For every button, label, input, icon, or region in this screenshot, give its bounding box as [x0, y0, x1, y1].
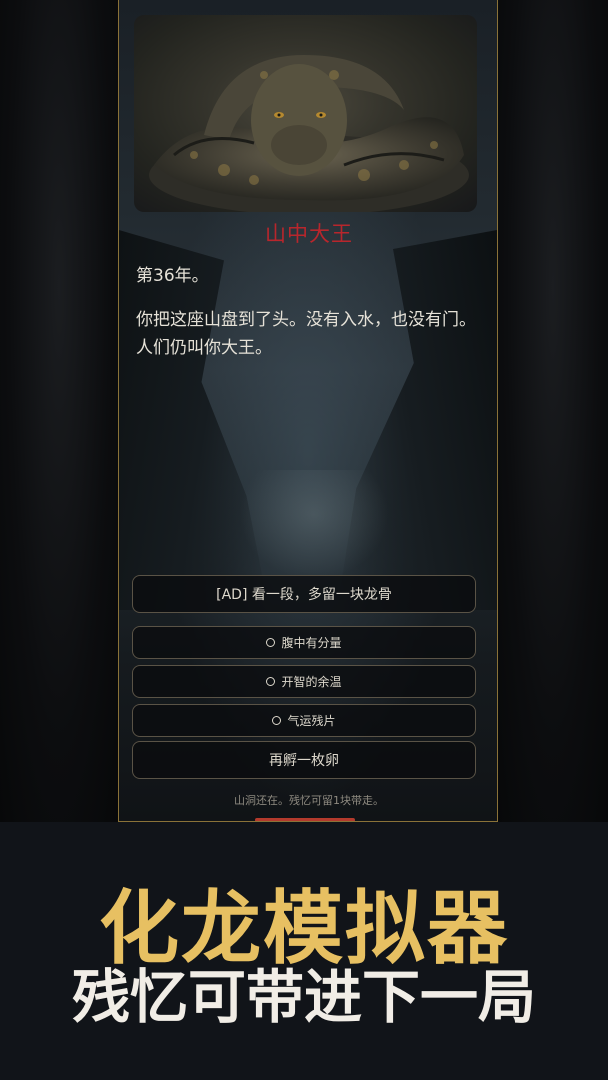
chapter-title: 山中大王	[265, 222, 353, 246]
story-text: 第36年。 你把这座山盘到了头。没有入水，也没有门。人们仍叫你大王。	[136, 262, 481, 378]
background-left	[0, 0, 118, 822]
game-screen: 山中大王 第36年。 你把这座山盘到了头。没有入水，也没有门。人们仍叫你大王。 …	[118, 0, 498, 822]
story-line: 你把这座山盘到了头。没有入水，也没有门。人们仍叫你大王。	[136, 310, 476, 358]
promo-subtitle: 残忆可带进下一局	[71, 963, 536, 1031]
option-button[interactable]: 腹中有分量	[132, 626, 476, 659]
footer-note: 山洞还在。残忆可留1块带走。	[234, 794, 384, 807]
radio-icon	[272, 716, 282, 725]
option-label: 气运残片	[287, 714, 336, 728]
option-label: 腹中有分量	[281, 636, 342, 650]
background-right	[498, 0, 608, 822]
serpent-illustration	[134, 15, 477, 212]
watch-ad-button[interactable]: [AD] 看一段，多留一块龙骨	[132, 575, 476, 613]
option-button[interactable]: 气运残片	[132, 704, 476, 737]
story-line: 第36年。	[136, 266, 209, 286]
hatch-egg-button[interactable]: 再孵一枚卵	[132, 741, 476, 779]
radio-icon	[266, 677, 276, 686]
radio-icon	[266, 638, 276, 647]
option-label: 开智的余温	[281, 675, 342, 689]
option-button[interactable]: 开智的余温	[132, 665, 476, 698]
canyon-river	[239, 470, 389, 580]
